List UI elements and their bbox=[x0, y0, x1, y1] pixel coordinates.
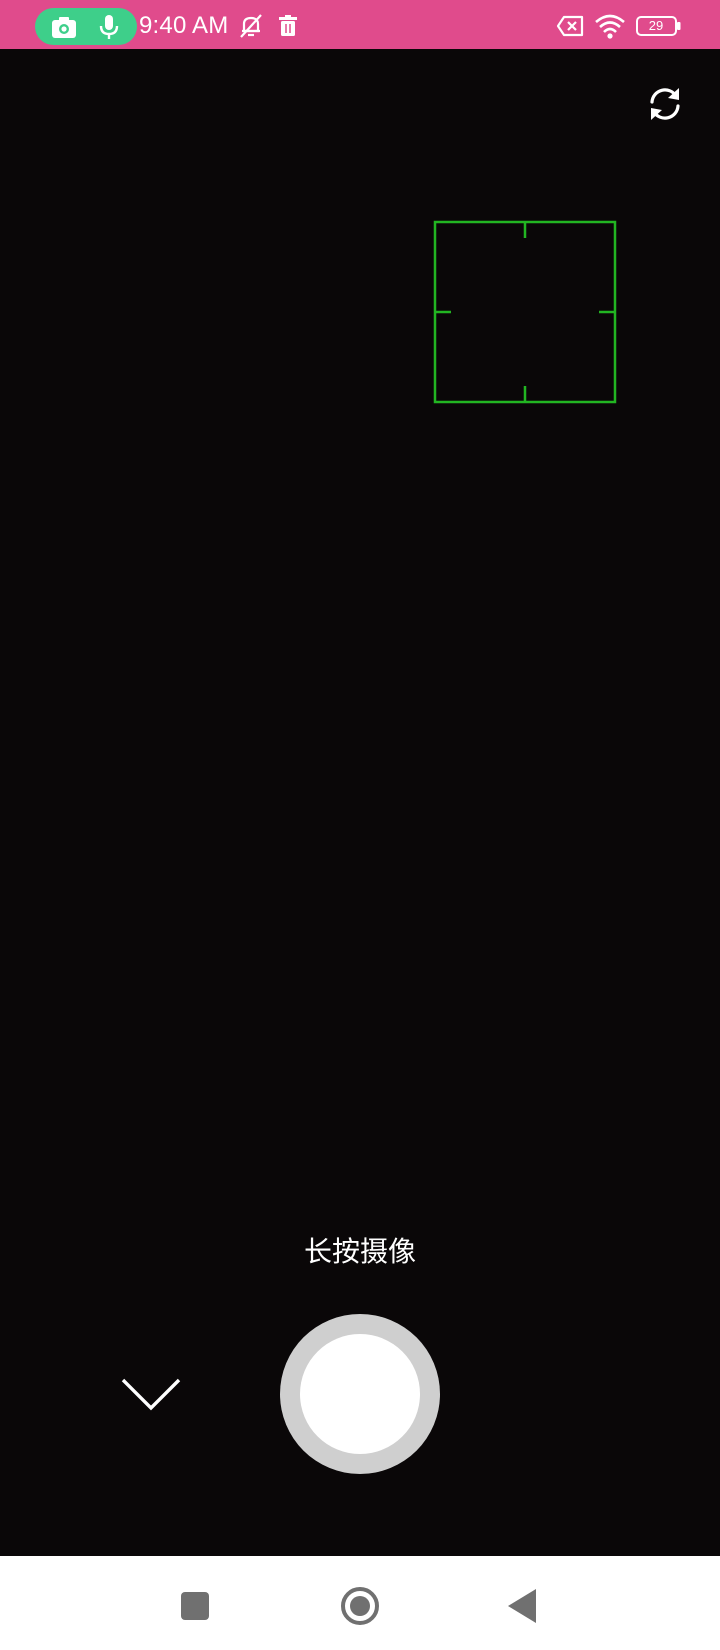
battery-indicator: 29 bbox=[636, 15, 682, 37]
shutter-inner-circle bbox=[300, 1334, 420, 1454]
navigation-bar bbox=[0, 1556, 720, 1650]
home-button[interactable] bbox=[338, 1584, 382, 1628]
back-button[interactable] bbox=[502, 1584, 546, 1628]
status-time: 9:40 AM bbox=[139, 12, 229, 39]
battery-level: 29 bbox=[648, 18, 664, 33]
switch-camera-icon[interactable] bbox=[643, 82, 687, 126]
sim-error-icon bbox=[556, 15, 584, 37]
record-shutter-button[interactable] bbox=[280, 1314, 440, 1474]
microphone-icon bbox=[99, 14, 118, 39]
recents-button[interactable] bbox=[173, 1584, 217, 1628]
camera-icon bbox=[51, 16, 76, 38]
record-hint: 长按摄像 bbox=[303, 1235, 416, 1268]
status-bar: 9:40 AM 29 bbox=[0, 0, 720, 49]
trash-icon bbox=[279, 15, 297, 36]
wifi-icon bbox=[595, 14, 625, 39]
privacy-indicator-pill bbox=[35, 8, 137, 45]
focus-frame bbox=[433, 220, 617, 404]
silent-bell-icon bbox=[240, 14, 262, 38]
chevron-down-icon[interactable] bbox=[120, 1375, 182, 1413]
